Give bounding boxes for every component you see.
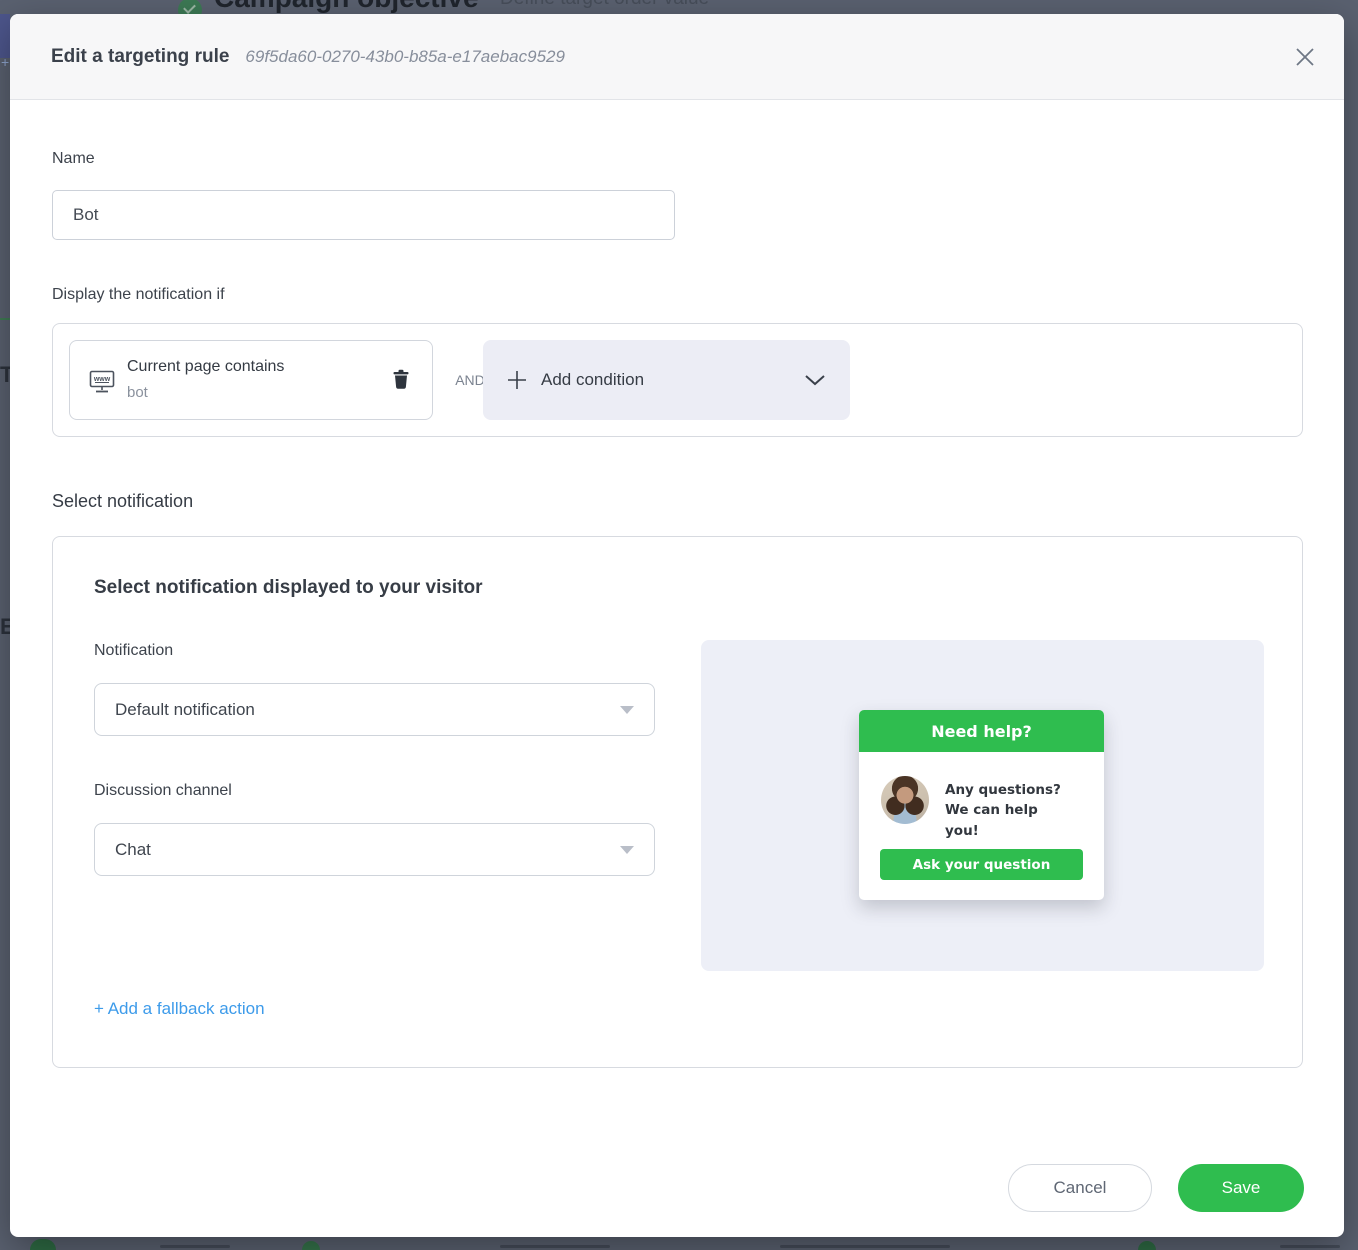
dimmed-background-bottom	[0, 1237, 1358, 1250]
website-icon: www	[88, 369, 116, 400]
background-text-fragment: T	[0, 362, 10, 388]
background-divider	[0, 318, 10, 320]
widget-header: Need help?	[859, 710, 1104, 752]
conditions-container: www Current page contains bot AND	[52, 323, 1303, 437]
edit-targeting-rule-dialog: Edit a targeting rule 69f5da60-0270-43b0…	[10, 14, 1344, 1237]
cancel-button[interactable]: Cancel	[1008, 1164, 1152, 1212]
dimmed-background-top: Campaign objective Define target order v…	[0, 0, 1358, 14]
background-text-fragment: E	[0, 614, 10, 640]
chevron-down-icon	[804, 374, 826, 386]
check-circle-icon	[178, 0, 202, 14]
close-icon	[1293, 45, 1317, 69]
discussion-channel-select[interactable]: Chat	[94, 823, 655, 876]
name-input[interactable]	[52, 190, 675, 240]
notification-container: Select notification displayed to your vi…	[52, 536, 1303, 1068]
notification-preview-panel: Need help? Any questions? We can help yo…	[701, 640, 1264, 971]
background-section-subtitle: Define target order value	[500, 0, 709, 10]
plus-icon	[507, 370, 527, 390]
ask-question-button[interactable]: Ask your question	[880, 849, 1083, 880]
trash-icon	[392, 369, 410, 390]
rule-id: 69f5da60-0270-43b0-b85a-e17aebac9529	[245, 47, 565, 67]
condition-value: bot	[127, 384, 148, 401]
notification-widget-preview: Need help? Any questions? We can help yo…	[859, 710, 1104, 900]
background-toggle	[30, 1239, 56, 1250]
notification-selected-value: Default notification	[115, 700, 255, 720]
notification-select[interactable]: Default notification	[94, 683, 655, 736]
background-text-blur	[500, 1245, 610, 1248]
background-text-blur	[160, 1245, 230, 1248]
svg-text:www: www	[93, 376, 111, 383]
dialog-title: Edit a targeting rule	[51, 46, 229, 68]
dimmed-background-left: + T E	[0, 14, 10, 1237]
delete-condition-button[interactable]	[390, 369, 412, 393]
notification-label: Notification	[94, 642, 173, 660]
caret-down-icon	[620, 706, 634, 714]
condition-card[interactable]: www Current page contains bot	[69, 340, 433, 420]
add-condition-button[interactable]: Add condition	[483, 340, 850, 420]
add-fallback-action-link[interactable]: + Add a fallback action	[94, 999, 265, 1019]
plus-fragment: +	[1, 54, 9, 70]
dialog-header: Edit a targeting rule 69f5da60-0270-43b0…	[10, 14, 1344, 100]
channel-label: Discussion channel	[94, 782, 232, 800]
background-badge	[302, 1241, 320, 1250]
background-blob	[0, 14, 10, 58]
widget-message: Any questions? We can help you!	[945, 780, 1075, 841]
select-notification-heading: Select notification	[52, 491, 193, 512]
background-text-blur	[780, 1245, 950, 1248]
save-button[interactable]: Save	[1178, 1164, 1304, 1212]
channel-selected-value: Chat	[115, 840, 151, 860]
background-section-title: Campaign objective	[214, 0, 479, 14]
name-label: Name	[52, 150, 95, 168]
caret-down-icon	[620, 846, 634, 854]
add-condition-label: Add condition	[541, 370, 644, 390]
background-text-blur	[1280, 1245, 1340, 1248]
conditions-label: Display the notification if	[52, 286, 225, 304]
close-button[interactable]	[1290, 42, 1320, 72]
background-badge	[1138, 1241, 1156, 1250]
condition-type: Current page contains	[127, 358, 284, 376]
notification-subheading: Select notification displayed to your vi…	[94, 577, 483, 599]
agent-avatar	[881, 776, 929, 824]
